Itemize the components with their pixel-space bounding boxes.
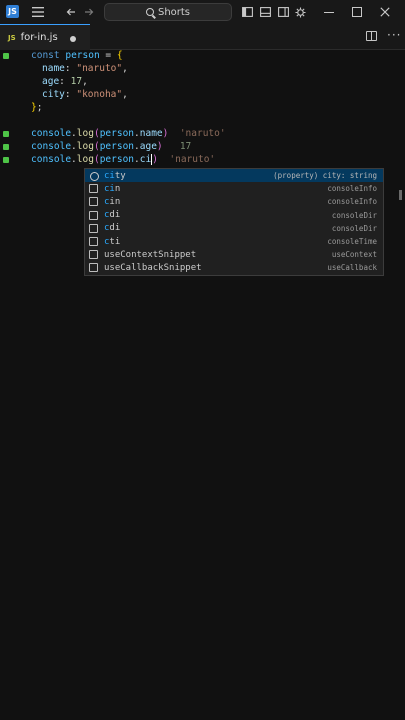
suggestion-detail: consoleTime [327,237,377,247]
suggestion-detail: consoleInfo [327,197,377,207]
suggestion-item[interactable]: cti consoleTime [85,235,383,248]
suggestion-item[interactable]: cdi consoleDir [85,222,383,235]
code-line-3: age: 17, [42,76,88,87]
suggestion-detail: useCallback [327,263,377,273]
suggestion-item[interactable]: cin consoleInfo [85,182,383,195]
search-icon [145,8,154,16]
suggestion-label: useCallbackSnippet [104,262,202,273]
snippet-icon [89,223,98,233]
tab-for-in-js[interactable]: JS for-in.js [0,24,90,50]
suggestion-item[interactable]: cin consoleInfo [85,195,383,208]
inline-value-hint: 'naruto' [179,128,226,139]
back-arrow-icon[interactable] [64,0,78,24]
code-editor[interactable]: const person = { name: "naruto", age: 17… [0,50,405,720]
snippet-icon [89,250,98,260]
suggestion-detail: consoleDir [331,223,377,233]
more-actions-icon[interactable]: ··· [387,28,401,42]
suggestion-item[interactable]: city (property) city: string [85,169,383,183]
suggestion-item[interactable]: useContextSnippet useContext [85,248,383,261]
customize-layout-icon[interactable] [293,0,307,24]
tab-filename: for-in.js [20,32,58,43]
split-editor-icon[interactable] [366,31,377,41]
inline-value-hint: 'naruto' [169,154,216,165]
suggestion-label: useContextSnippet [104,249,197,260]
maximize-icon[interactable] [350,0,364,24]
suggestion-detail: consoleDir [331,210,377,220]
suggestion-label: cdi [104,223,121,234]
gutter-change-marker [3,131,9,137]
minimize-icon[interactable] [322,0,336,24]
suggestion-label: cin [104,196,121,207]
unsaved-dot-icon[interactable] [70,36,76,42]
snippet-icon [89,263,98,273]
suggestion-item[interactable]: cdi consoleDir [85,209,383,222]
command-center-search[interactable]: Shorts [104,3,232,21]
suggestion-detail: consoleInfo [327,184,377,194]
app-logo: JS [6,5,19,18]
code-line-4: city: "konoha", [42,89,128,100]
forward-arrow-icon[interactable] [82,0,96,24]
search-text: Shorts [157,6,191,18]
property-icon [89,171,99,182]
js-file-icon: JS [8,33,16,42]
gutter-change-marker [3,53,9,59]
snippet-icon [89,237,98,247]
suggestion-widget: city (property) city: string cin consoleInf… [84,168,384,276]
inline-value-hint: 17 [179,141,192,152]
suggestion-detail: (property) city: string [273,171,377,181]
code-line-1: const person = { [31,50,123,61]
code-line-5: }; [31,102,43,113]
toggle-sidebar-icon[interactable] [240,0,254,24]
menu-icon[interactable] [30,0,46,24]
toggle-secondary-sidebar-icon[interactable] [276,0,290,24]
gutter-change-marker [3,157,9,163]
code-line-7: console.log(person.age) 17 [31,141,192,152]
suggestion-detail: useContext [331,250,377,260]
code-line-2: name: "naruto", [42,63,128,74]
tab-bar: JS for-in.js [0,24,405,50]
scrollbar-marker[interactable] [399,190,402,200]
suggestion-label: cti [104,236,121,247]
code-line-6: console.log(person.name) 'naruto' [31,128,226,139]
code-line-8: console.log(person.ci) 'naruto' [31,154,216,165]
suggestion-label: city [104,170,126,181]
gutter-change-marker [3,144,9,150]
title-bar: JS Shorts [0,0,405,24]
suggestion-label: cdi [104,210,121,221]
snippet-icon [89,197,98,207]
suggestion-item[interactable]: useCallbackSnippet useCallback [85,261,383,274]
snippet-icon [89,184,98,194]
suggestion-label: cin [104,183,121,194]
close-icon[interactable] [378,0,392,24]
snippet-icon [89,210,98,220]
toggle-panel-icon[interactable] [258,0,272,24]
